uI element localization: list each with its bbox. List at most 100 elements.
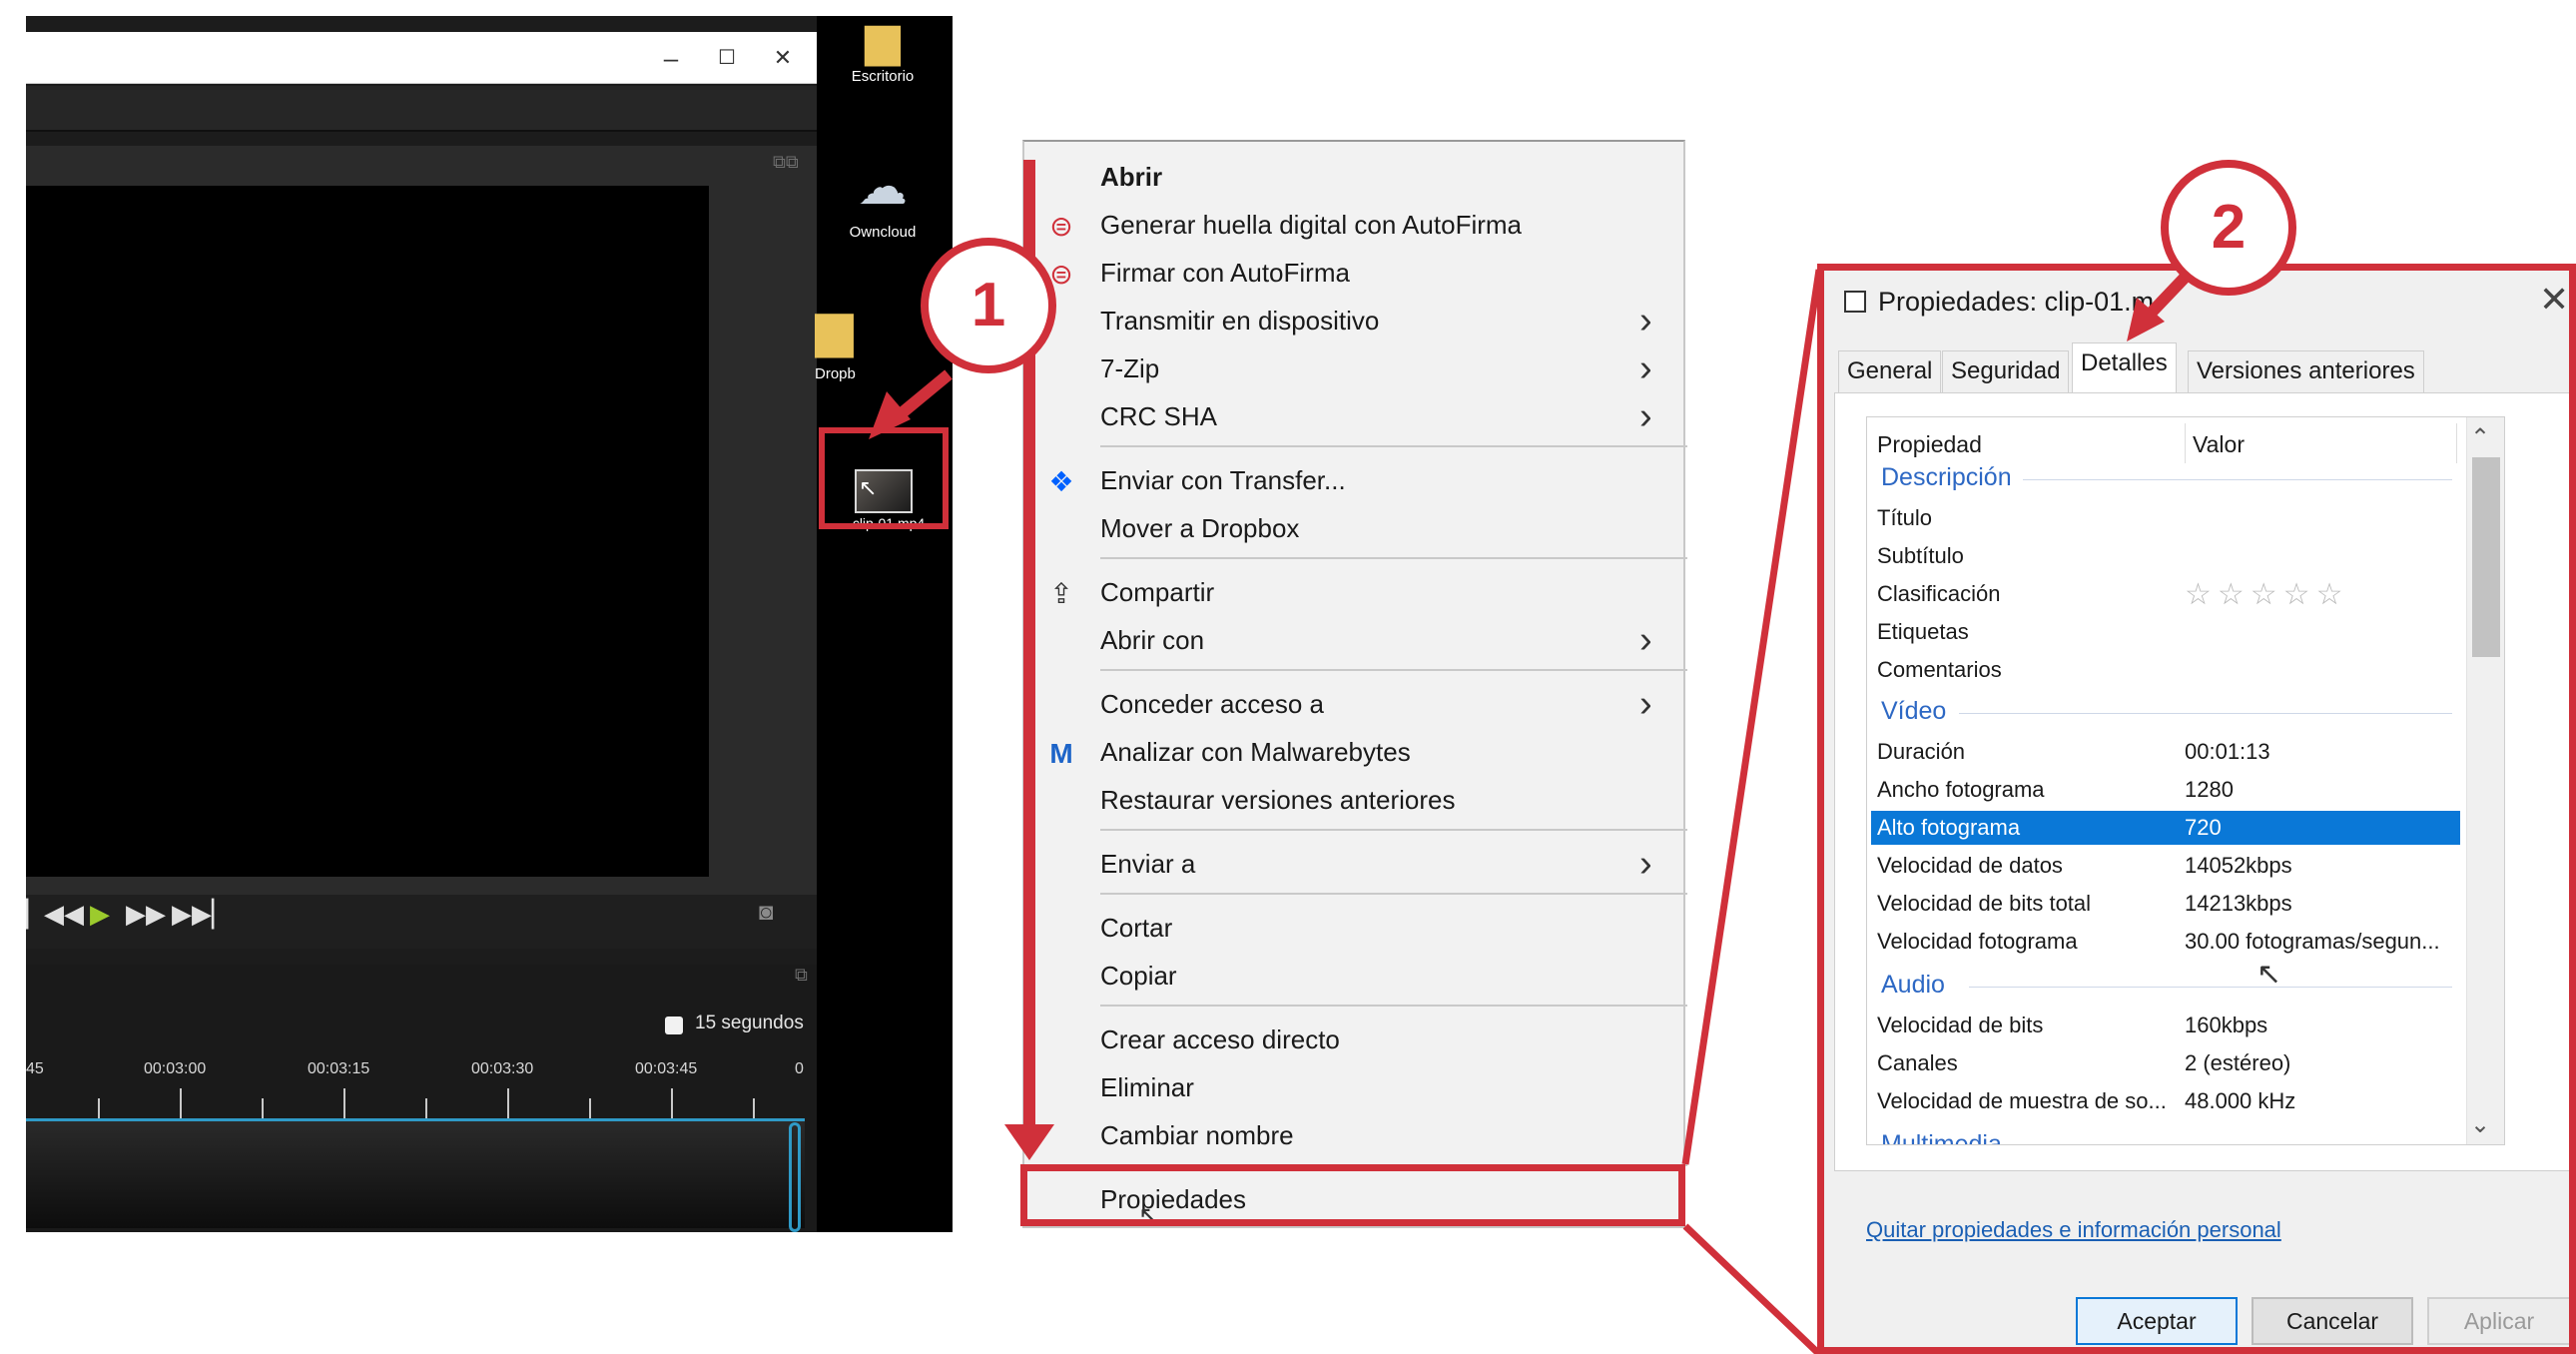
property-name: Clasificación (1877, 581, 2001, 606)
column-divider (2456, 423, 2457, 463)
menu-item-label: Firmar con AutoFirma (1100, 258, 1350, 288)
property-value: 48.000 kHz (2185, 1088, 2296, 1113)
property-value: 14213kbps (2185, 891, 2292, 916)
menu-item-7zip[interactable]: 7-Zip › (1024, 347, 1683, 393)
ruler-tick (753, 1098, 755, 1118)
menu-item-label: Transmitir en dispositivo (1100, 306, 1380, 336)
menu-item-label: Restaurar versiones anteriores (1100, 785, 1456, 815)
callout-badge-1: 1 (921, 238, 1056, 373)
menu-item-crear-acceso[interactable]: Crear acceso directo (1024, 1018, 1683, 1064)
zoom-connector-bottom (1682, 1223, 1822, 1354)
scroll-down-icon[interactable]: ⌄ (2470, 1110, 2490, 1139)
timeline-float-icon[interactable]: ⧉ (795, 965, 808, 986)
property-row[interactable]: Etiquetas (1871, 615, 2460, 649)
menu-separator (1100, 1005, 1687, 1007)
dialog-title: Propiedades: clip-01.m (1878, 287, 2155, 317)
desktop-icon-owncloud[interactable]: ☁ Owncloud (823, 156, 943, 241)
menu-item-mover-dropbox[interactable]: Mover a Dropbox (1024, 507, 1683, 553)
tab-versiones-anteriores[interactable]: Versiones anteriores (2188, 350, 2424, 392)
ruler-tick (180, 1088, 182, 1118)
tab-seguridad[interactable]: Seguridad (1942, 350, 2070, 392)
group-header-audio: Audio (1881, 971, 1945, 999)
menu-item-label: Cortar (1100, 913, 1173, 943)
dropbox-folder-icon: ▆ (815, 301, 854, 356)
menu-item-generar-huella[interactable]: ⊜ Generar huella digital con AutoFirma (1024, 204, 1683, 250)
rating-stars-icon[interactable]: ☆☆☆☆☆ (2185, 577, 2348, 612)
zoom-connector-top (1681, 269, 1823, 1165)
menu-separator (1100, 893, 1687, 895)
property-row[interactable]: Clasificación ☆☆☆☆☆ (1871, 577, 2460, 611)
property-row[interactable]: Velocidad de bits 160kbps (1871, 1009, 2460, 1042)
desktop-icon-dropbox[interactable]: ▆ Dropb (815, 298, 875, 382)
fast-forward-icon[interactable]: ▶▶ (126, 899, 166, 930)
menu-separator (1100, 829, 1687, 831)
menu-item-malwarebytes[interactable]: M Analizar con Malwarebytes (1024, 731, 1683, 777)
cloud-icon: ☁ (858, 159, 908, 215)
segment-checkbox[interactable] (665, 1016, 683, 1034)
property-row[interactable]: Velocidad de bits total 14213kbps (1871, 887, 2460, 921)
property-value: 1280 (2185, 777, 2234, 802)
tab-detalles[interactable]: Detalles (2072, 342, 2177, 394)
menu-item-abrir[interactable]: Abrir (1024, 156, 1683, 202)
play-icon[interactable]: ▶ (90, 899, 110, 930)
minimize-button[interactable]: – (643, 32, 699, 84)
menu-item-transmitir[interactable]: Transmitir en dispositivo › (1024, 300, 1683, 345)
property-row[interactable]: Velocidad de datos 14052kbps (1871, 849, 2460, 883)
cancel-button[interactable]: Cancelar (2252, 1297, 2413, 1345)
property-row[interactable]: Duración 00:01:13 (1871, 735, 2460, 769)
property-row[interactable]: Ancho fotograma 1280 (1871, 773, 2460, 807)
desktop-icon-escritorio[interactable]: ▆ Escritorio (823, 16, 943, 85)
menu-item-eliminar[interactable]: Eliminar (1024, 1066, 1683, 1112)
remove-properties-link[interactable]: Quitar propiedades e información persona… (1866, 1217, 2281, 1243)
menu-item-enviar-a[interactable]: Enviar a › (1024, 843, 1683, 889)
maximize-button[interactable]: ☐ (699, 32, 755, 84)
property-row[interactable]: Canales 2 (estéreo) (1871, 1046, 2460, 1080)
jump-start-icon[interactable]: ▏ (26, 899, 46, 930)
column-header-propiedad[interactable]: Propiedad (1877, 431, 1982, 458)
panel-float-icon[interactable]: ⧉⧉ (773, 152, 799, 173)
menu-item-cortar[interactable]: Cortar (1024, 907, 1683, 953)
menu-item-copiar[interactable]: Copiar (1024, 955, 1683, 1001)
property-row-selected[interactable]: Alto fotograma 720 (1871, 811, 2460, 845)
video-preview (26, 186, 709, 877)
menu-item-label: Analizar con Malwarebytes (1100, 737, 1411, 767)
track-end-handle[interactable] (789, 1122, 801, 1232)
property-row[interactable]: Título (1871, 501, 2460, 535)
column-header-valor[interactable]: Valor (2193, 431, 2245, 458)
menu-item-cambiar-nombre[interactable]: Cambiar nombre (1024, 1114, 1683, 1160)
menu-item-conceder-acceso[interactable]: Conceder acceso a › (1024, 683, 1683, 729)
jump-end-icon[interactable]: ▶▶▏ (172, 899, 232, 930)
close-button[interactable]: ✕ (755, 32, 811, 84)
menu-item-firmar[interactable]: ⊜ Firmar con AutoFirma (1024, 252, 1683, 298)
menu-item-label: CRC SHA (1100, 401, 1218, 431)
apply-button[interactable]: Aplicar (2427, 1297, 2569, 1345)
menu-item-enviar-transfer[interactable]: ❖ Enviar con Transfer... (1024, 459, 1683, 505)
menu-separator (1100, 557, 1687, 559)
menu-item-compartir[interactable]: ⇪ Compartir (1024, 571, 1683, 617)
property-row[interactable]: Velocidad fotograma 30.00 fotogramas/seg… (1871, 925, 2460, 959)
menu-item-restaurar[interactable]: Restaurar versiones anteriores (1024, 779, 1683, 825)
scrollbar-thumb[interactable] (2472, 457, 2500, 657)
property-name: Velocidad de muestra de so... (1877, 1088, 2167, 1113)
property-row[interactable]: Subtítulo (1871, 539, 2460, 573)
ruler-tick (671, 1088, 673, 1118)
menu-item-abrir-con[interactable]: Abrir con › (1024, 619, 1683, 665)
ok-button[interactable]: Aceptar (2076, 1297, 2238, 1345)
mouse-pointer-icon: ↖ (2256, 958, 2282, 991)
tab-general[interactable]: General (1838, 350, 1942, 392)
menu-item-label: Copiar (1100, 961, 1177, 991)
rewind-icon[interactable]: ◀◀ (44, 899, 84, 930)
ruler-tick (425, 1098, 427, 1118)
scroll-up-icon[interactable]: ⌃ (2470, 423, 2490, 452)
close-icon[interactable]: ✕ (2539, 279, 2569, 321)
timeline-track[interactable] (26, 1118, 805, 1228)
property-row[interactable]: Velocidad de muestra de so... 48.000 kHz (1871, 1084, 2460, 1118)
menu-item-crc-sha[interactable]: CRC SHA › (1024, 395, 1683, 441)
camera-icon[interactable]: ◙ (759, 899, 774, 927)
chevron-right-icon: › (1639, 395, 1652, 437)
chevron-right-icon: › (1639, 300, 1652, 341)
property-row[interactable]: Comentarios (1871, 653, 2460, 687)
timeline: ⧉ 15 segundos 45 00:03:00 00:03:15 00:03… (26, 965, 817, 1232)
menu-item-label: Conceder acceso a (1100, 689, 1325, 719)
ruler-label: 00:03:45 (635, 1060, 698, 1077)
